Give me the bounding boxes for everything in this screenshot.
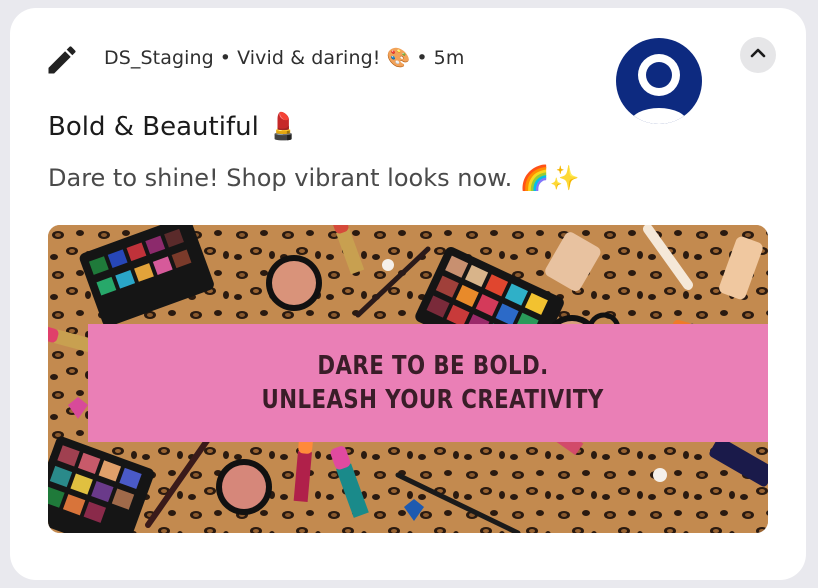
user-avatar-icon xyxy=(616,38,702,124)
banner-headline-strip: DARE TO BE BOLD. UNLEASH YOUR CREATIVITY xyxy=(88,324,768,442)
banner-line-1: DARE TO BE BOLD. xyxy=(317,351,549,381)
notification-time: 5m xyxy=(433,47,465,69)
chevron-up-icon xyxy=(748,43,768,67)
notification-subtext: Vivid & daring! 🎨 xyxy=(237,47,411,69)
banner-line-2: UNLEASH YOUR CREATIVITY xyxy=(261,385,605,415)
notification-body: Dare to shine! Shop vibrant looks now. 🌈… xyxy=(48,164,580,192)
separator-dot: • xyxy=(219,47,232,69)
notification-header: DS_Staging • Vivid & daring! 🎨 • 5m xyxy=(104,46,464,69)
pencil-icon xyxy=(44,42,80,78)
separator-dot: • xyxy=(416,47,428,69)
promo-banner-image[interactable]: DARE TO BE BOLD. UNLEASH YOUR CREATIVITY xyxy=(48,225,768,533)
notification-title: Bold & Beautiful 💄 xyxy=(48,112,300,142)
notification-card[interactable]: DS_Staging • Vivid & daring! 🎨 • 5m Bold & B… xyxy=(10,8,806,580)
app-name: DS_Staging xyxy=(104,47,214,69)
collapse-button[interactable] xyxy=(740,37,776,73)
